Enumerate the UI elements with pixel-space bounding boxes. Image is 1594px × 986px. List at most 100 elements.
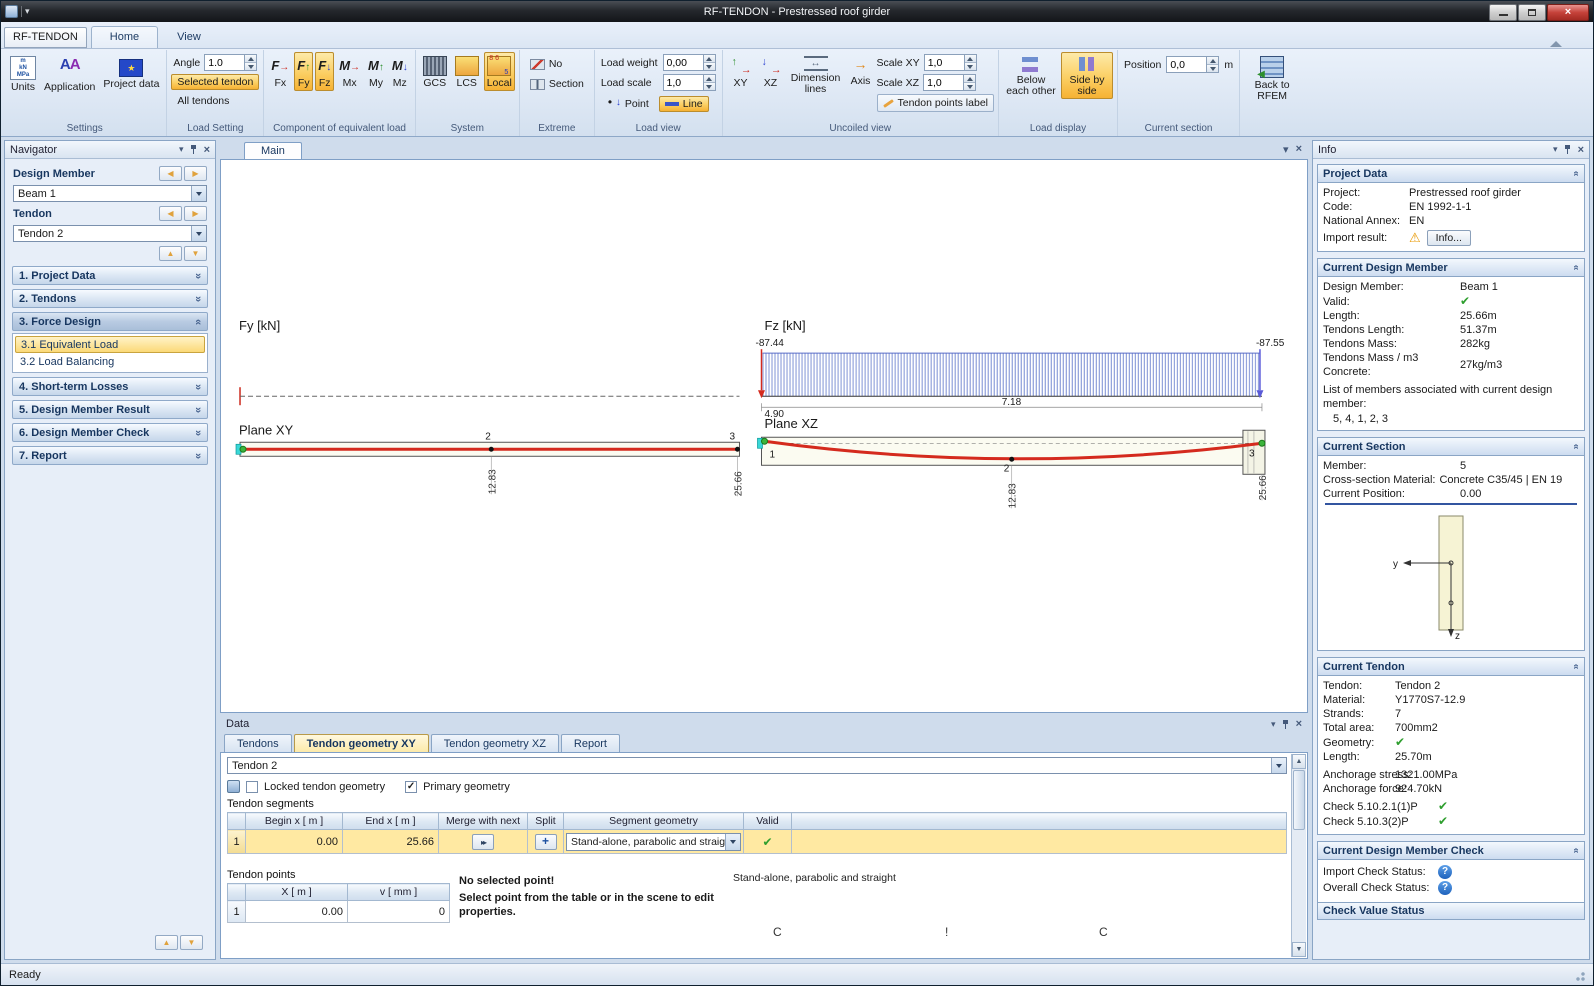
dimension-lines-button[interactable]: Dimension lines xyxy=(787,52,845,97)
below-each-other-button[interactable]: Below each other xyxy=(1003,52,1059,99)
col-begin-x[interactable]: Begin x [ m ] xyxy=(245,812,343,830)
nav-bottom-down-button[interactable] xyxy=(180,935,203,950)
merge-with-next-button[interactable] xyxy=(472,833,494,850)
scroll-down-icon[interactable] xyxy=(1292,942,1306,957)
spin-down-icon[interactable] xyxy=(245,62,257,70)
col-v[interactable]: v [ mm ] xyxy=(347,883,450,901)
app-menu-tab[interactable]: RF-TENDON xyxy=(4,27,87,48)
nav-item-force-design[interactable]: 3. Force Design xyxy=(12,312,208,331)
resize-grip[interactable] xyxy=(1573,968,1585,981)
spin-up-icon[interactable] xyxy=(703,75,715,82)
spin-up-icon[interactable] xyxy=(1207,57,1219,64)
position-input[interactable] xyxy=(1166,56,1207,73)
mx-button[interactable]: M Mx xyxy=(336,52,363,91)
tendon-point-1[interactable] xyxy=(760,437,769,445)
nav-item-design-member-check[interactable]: 6. Design Member Check xyxy=(12,423,208,442)
begin-x-cell[interactable]: 0.00 xyxy=(245,829,343,854)
uncoiled-xy-button[interactable]: XY xyxy=(727,52,755,91)
maximize-button[interactable] xyxy=(1518,3,1546,21)
lcs-button[interactable]: LCS xyxy=(452,52,482,91)
fy-button[interactable]: F Fy xyxy=(294,52,314,91)
panel-close-icon[interactable] xyxy=(1296,718,1302,730)
pin-icon[interactable] xyxy=(1282,719,1290,729)
fz-load-diagram[interactable]: -87.44 -87.55 4.90 7.18 xyxy=(755,338,1284,420)
collapse-icon[interactable] xyxy=(1571,848,1582,854)
spin-down-icon[interactable] xyxy=(703,82,715,90)
panel-menu-icon[interactable] xyxy=(1271,719,1276,730)
tendon-point-2[interactable] xyxy=(1009,456,1015,462)
spin-down-icon[interactable] xyxy=(964,62,976,70)
spin-down-icon[interactable] xyxy=(1207,64,1219,72)
vertical-scrollbar[interactable] xyxy=(1291,754,1306,957)
uncoiled-xz-button[interactable]: XZ xyxy=(757,52,785,91)
extreme-no-button[interactable]: No xyxy=(524,56,590,72)
beam-xz[interactable]: 1 2 3 12.83 25.66 xyxy=(757,429,1269,508)
tendon-point-2[interactable] xyxy=(488,446,494,452)
panel-menu-icon[interactable] xyxy=(179,144,184,155)
tab-tendons[interactable]: Tendons xyxy=(224,734,292,753)
tendon-point-1[interactable] xyxy=(239,445,247,453)
tendon-point-3[interactable] xyxy=(1258,439,1266,447)
table-row[interactable]: 1 0.00 25.66 Stand-alone, parabolic and … xyxy=(227,829,1287,854)
pin-icon[interactable] xyxy=(1564,145,1572,154)
gcs-button[interactable]: GCS xyxy=(420,52,450,91)
design-member-select[interactable]: Beam 1 xyxy=(13,185,207,202)
nav-down-button[interactable] xyxy=(184,246,207,261)
locked-geometry-checkbox[interactable] xyxy=(246,780,258,793)
units-button[interactable]: m kN MPa Units xyxy=(7,52,39,95)
load-weight-input[interactable] xyxy=(662,54,703,71)
fz-button[interactable]: F Fz xyxy=(315,52,335,91)
spin-down-icon[interactable] xyxy=(964,82,976,90)
tendon-points-label-button[interactable]: Tendon points label xyxy=(876,94,994,112)
point-v-cell[interactable]: 0 xyxy=(347,900,450,923)
tab-tendon-geometry-xy[interactable]: Tendon geometry XY xyxy=(293,734,429,753)
chevron-down-icon[interactable] xyxy=(191,186,206,201)
beam-xy[interactable]: 2 3 12.83 25.66 xyxy=(235,431,744,496)
tendon-select[interactable]: Tendon 2 xyxy=(13,225,207,242)
view-menu-icon[interactable] xyxy=(1283,143,1289,156)
row-number[interactable]: 1 xyxy=(227,900,246,923)
application-button[interactable]: AA Application xyxy=(41,52,98,95)
col-valid[interactable]: Valid xyxy=(743,812,792,830)
row-number[interactable]: 1 xyxy=(227,829,246,854)
position-spinner[interactable] xyxy=(1166,56,1220,73)
nav-item-report[interactable]: 7. Report xyxy=(12,446,208,465)
load-scale-input[interactable] xyxy=(662,74,703,91)
tab-report[interactable]: Report xyxy=(560,734,620,753)
collapse-icon[interactable] xyxy=(1571,265,1582,271)
col-merge[interactable]: Merge with next xyxy=(438,812,528,830)
point-load-button[interactable]: Point xyxy=(601,95,655,112)
local-button[interactable]: Local xyxy=(483,52,515,91)
primary-geometry-checkbox[interactable] xyxy=(405,780,418,793)
check-value-status-header[interactable]: Check Value Status xyxy=(1318,902,1584,919)
collapse-icon[interactable] xyxy=(1571,171,1582,177)
panel-close-icon[interactable] xyxy=(1578,144,1584,156)
ribbon-options-icon[interactable] xyxy=(1550,38,1563,48)
extreme-section-button[interactable]: Section xyxy=(524,76,590,92)
next-tendon-button[interactable] xyxy=(184,206,207,221)
spin-up-icon[interactable] xyxy=(245,55,257,62)
minimize-button[interactable] xyxy=(1489,3,1517,21)
nav-item-tendons[interactable]: 2. Tendons xyxy=(12,289,208,308)
nav-subitem-equivalent-load[interactable]: 3.1 Equivalent Load xyxy=(15,336,205,353)
pin-icon[interactable] xyxy=(190,145,198,154)
col-x[interactable]: X [ m ] xyxy=(245,883,348,901)
panel-close-icon[interactable] xyxy=(204,144,210,156)
mz-button[interactable]: M Mz xyxy=(389,52,411,91)
table-row[interactable]: 1 0.00 0 xyxy=(227,900,450,923)
scale-xz-input[interactable] xyxy=(923,74,964,91)
scale-xz-spinner[interactable] xyxy=(923,74,977,91)
load-scale-spinner[interactable] xyxy=(662,74,716,91)
prev-design-member-button[interactable] xyxy=(159,166,182,181)
tab-main-view[interactable]: Main xyxy=(244,142,302,160)
angle-spinner[interactable] xyxy=(204,54,258,71)
nav-item-short-term-losses[interactable]: 4. Short-term Losses xyxy=(12,377,208,396)
spin-up-icon[interactable] xyxy=(964,55,976,62)
col-end-x[interactable]: End x [ m ] xyxy=(342,812,439,830)
collapse-icon[interactable] xyxy=(1571,444,1582,450)
back-to-rfem-button[interactable]: Back to RFEM xyxy=(1244,52,1300,104)
tab-tendon-geometry-xz[interactable]: Tendon geometry XZ xyxy=(430,734,559,753)
side-by-side-button[interactable]: Side by side xyxy=(1061,52,1113,99)
fx-button[interactable]: F Fx xyxy=(268,52,292,91)
chevron-down-icon[interactable] xyxy=(1271,758,1286,773)
